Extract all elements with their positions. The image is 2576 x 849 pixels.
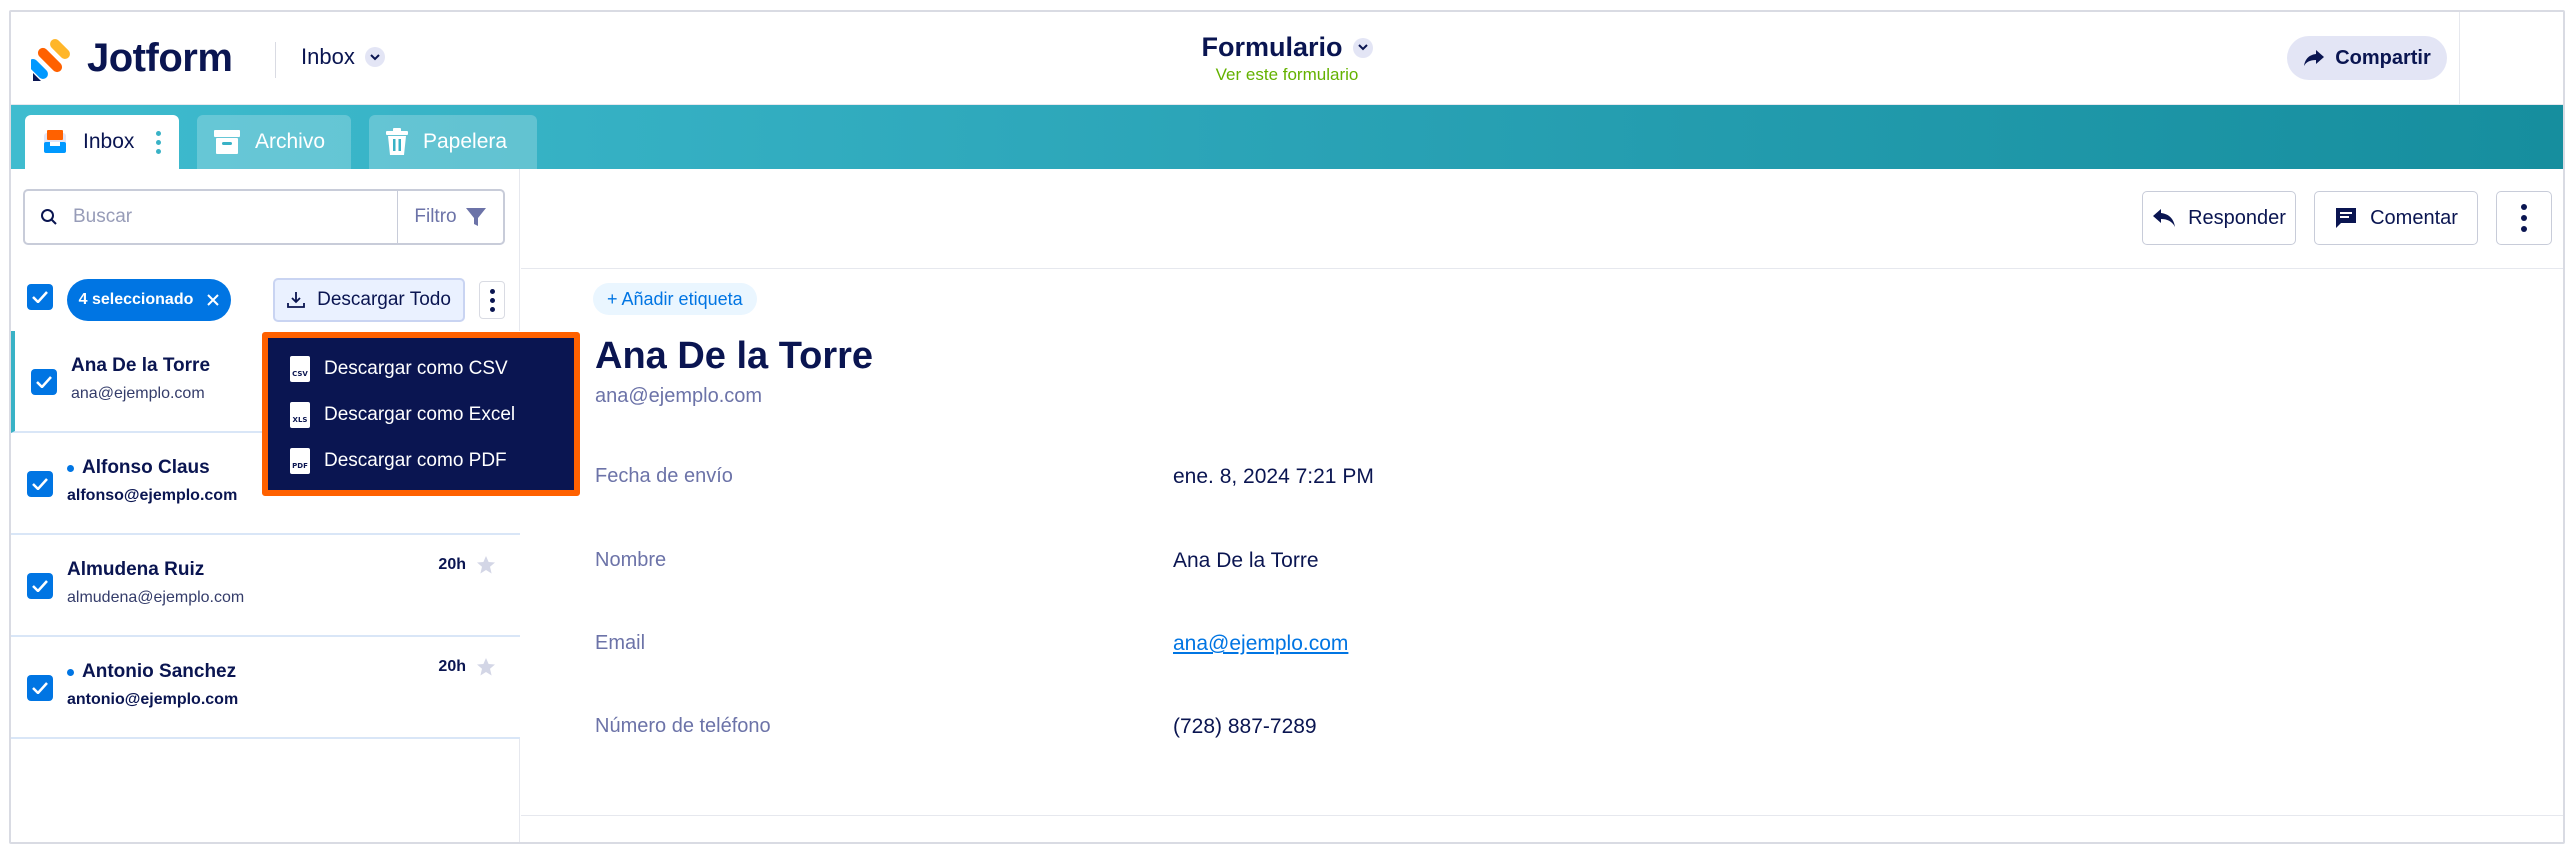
- row-checkbox[interactable]: [27, 471, 53, 497]
- share-arrow-icon: [2304, 50, 2325, 66]
- submitter-name: Alfonso Claus: [67, 457, 210, 479]
- download-icon: [287, 292, 306, 308]
- field-label-phone: Número de teléfono: [595, 715, 771, 737]
- star-icon[interactable]: [476, 657, 496, 677]
- tab-options-icon[interactable]: [156, 130, 162, 154]
- view-form-link[interactable]: Ver este formulario: [11, 65, 2563, 85]
- submitter-name: Almudena Ruiz: [67, 559, 205, 580]
- share-button-label: Compartir: [2335, 46, 2431, 69]
- filter-button[interactable]: Filtro: [397, 191, 503, 243]
- archive-box-icon: [214, 130, 240, 154]
- list-more-options-icon[interactable]: [479, 281, 505, 319]
- row-checkbox[interactable]: [31, 369, 57, 395]
- tab-inbox-label: Inbox: [83, 130, 135, 153]
- field-label-email: Email: [595, 632, 646, 654]
- search-box: Buscar Filtro: [23, 189, 505, 245]
- comment-button[interactable]: Comentar: [2314, 191, 2478, 245]
- row-checkbox[interactable]: [27, 573, 53, 599]
- submission-email-subheading: ana@ejemplo.com: [595, 385, 763, 407]
- check-icon: [32, 580, 48, 592]
- detail-actions-bar: Responder Comentar: [521, 169, 2563, 269]
- add-tag-button[interactable]: + Añadir etiqueta: [593, 283, 757, 315]
- field-value-email-link[interactable]: ana@ejemplo.com: [1173, 632, 1348, 656]
- inbox-icon: [44, 130, 66, 153]
- csv-file-icon: CSV: [290, 356, 310, 382]
- field-value-name: Ana De la Torre: [1173, 549, 1319, 572]
- row-checkbox[interactable]: [27, 675, 53, 701]
- field-value-phone: (728) 887-7289: [1173, 715, 1317, 738]
- comment-label: Comentar: [2370, 206, 2458, 229]
- tabs-bar: Inbox Archivo Papelera: [11, 105, 2563, 169]
- select-all-checkbox[interactable]: [27, 284, 53, 310]
- chevron-down-icon: [1352, 37, 1373, 58]
- list-item[interactable]: Almudena Ruiz almudena@ejemplo.com 20h: [11, 535, 520, 637]
- selected-count-label: 4 seleccionado: [78, 291, 194, 308]
- reply-arrow-icon: [2153, 209, 2176, 227]
- submitter-name: Antonio Sanchez: [67, 661, 236, 683]
- clear-selection-icon[interactable]: [207, 294, 220, 306]
- check-icon: [36, 376, 52, 388]
- form-title-block: Formulario Ver este formulario: [11, 32, 2563, 85]
- submission-time-label: 20h: [438, 556, 466, 573]
- app-window: Jotform Inbox Formulario Ver este formul…: [9, 10, 2565, 844]
- check-icon: [32, 291, 48, 303]
- top-header: Jotform Inbox Formulario Ver este formul…: [11, 12, 2563, 105]
- download-pdf-option[interactable]: PDF Descargar como PDF: [268, 438, 574, 484]
- download-csv-label: Descargar como CSV: [324, 358, 508, 379]
- excel-file-icon: XLS: [290, 402, 310, 428]
- selected-count-chip[interactable]: 4 seleccionado: [67, 279, 231, 321]
- detail-more-options-icon[interactable]: [2496, 191, 2552, 245]
- download-csv-option[interactable]: CSV Descargar como CSV: [268, 346, 574, 392]
- list-item[interactable]: Antonio Sanchez antonio@ejemplo.com 20h: [11, 637, 520, 739]
- download-all-button[interactable]: Descargar Todo: [273, 278, 465, 322]
- pdf-file-icon: PDF: [290, 448, 310, 474]
- detail-bottom-divider: [521, 815, 2563, 816]
- download-options-menu: CSV Descargar como CSV XLS Descargar com…: [262, 332, 580, 496]
- download-all-label: Descargar Todo: [317, 289, 451, 310]
- form-selector[interactable]: Formulario: [1201, 32, 1373, 63]
- comment-bubble-icon: [2336, 208, 2357, 228]
- submitter-email: almudena@ejemplo.com: [67, 589, 245, 606]
- header-divider-right: [2459, 12, 2460, 105]
- submission-name-heading: Ana De la Torre: [595, 335, 874, 377]
- star-icon[interactable]: [476, 555, 496, 575]
- submission-time: 20h: [438, 657, 496, 677]
- field-value-date: ene. 8, 2024 7:21 PM: [1173, 465, 1374, 488]
- submission-detail-panel: Responder Comentar + Añadir etiqueta Ana…: [521, 169, 2563, 842]
- reply-label: Responder: [2188, 206, 2286, 229]
- share-button[interactable]: Compartir: [2287, 36, 2447, 80]
- search-input[interactable]: Buscar: [73, 206, 397, 228]
- submitter-email: alfonso@ejemplo.com: [67, 487, 238, 504]
- tab-archive-label: Archivo: [255, 130, 326, 153]
- field-label-name: Nombre: [595, 549, 667, 571]
- submitter-name: Ana De la Torre: [71, 355, 211, 376]
- submitter-email: antonio@ejemplo.com: [67, 691, 239, 708]
- reply-button[interactable]: Responder: [2142, 191, 2296, 245]
- unread-dot-icon: [67, 668, 74, 676]
- submitter-email: ana@ejemplo.com: [71, 385, 205, 402]
- field-label-date: Fecha de envío: [595, 465, 733, 487]
- download-pdf-label: Descargar como PDF: [324, 450, 507, 471]
- tab-trash[interactable]: Papelera: [369, 115, 537, 169]
- submission-time-label: 20h: [438, 658, 466, 675]
- filter-label: Filtro: [414, 206, 457, 227]
- unread-dot-icon: [67, 464, 74, 472]
- trash-icon: [386, 128, 408, 155]
- check-icon: [32, 478, 48, 490]
- form-title: Formulario: [1201, 32, 1343, 62]
- check-icon: [32, 682, 48, 694]
- download-excel-label: Descargar como Excel: [324, 404, 516, 425]
- tab-archive[interactable]: Archivo: [197, 115, 351, 169]
- list-toolbar: 4 seleccionado Descargar Todo: [11, 271, 520, 327]
- download-excel-option[interactable]: XLS Descargar como Excel: [268, 392, 574, 438]
- tab-trash-label: Papelera: [423, 130, 508, 153]
- submission-list-panel: Buscar Filtro 4 seleccionado Descargar T…: [11, 169, 520, 842]
- filter-funnel-icon: [465, 208, 486, 226]
- tab-inbox[interactable]: Inbox: [25, 115, 179, 169]
- search-icon: [25, 208, 73, 226]
- submission-time: 20h: [438, 555, 496, 575]
